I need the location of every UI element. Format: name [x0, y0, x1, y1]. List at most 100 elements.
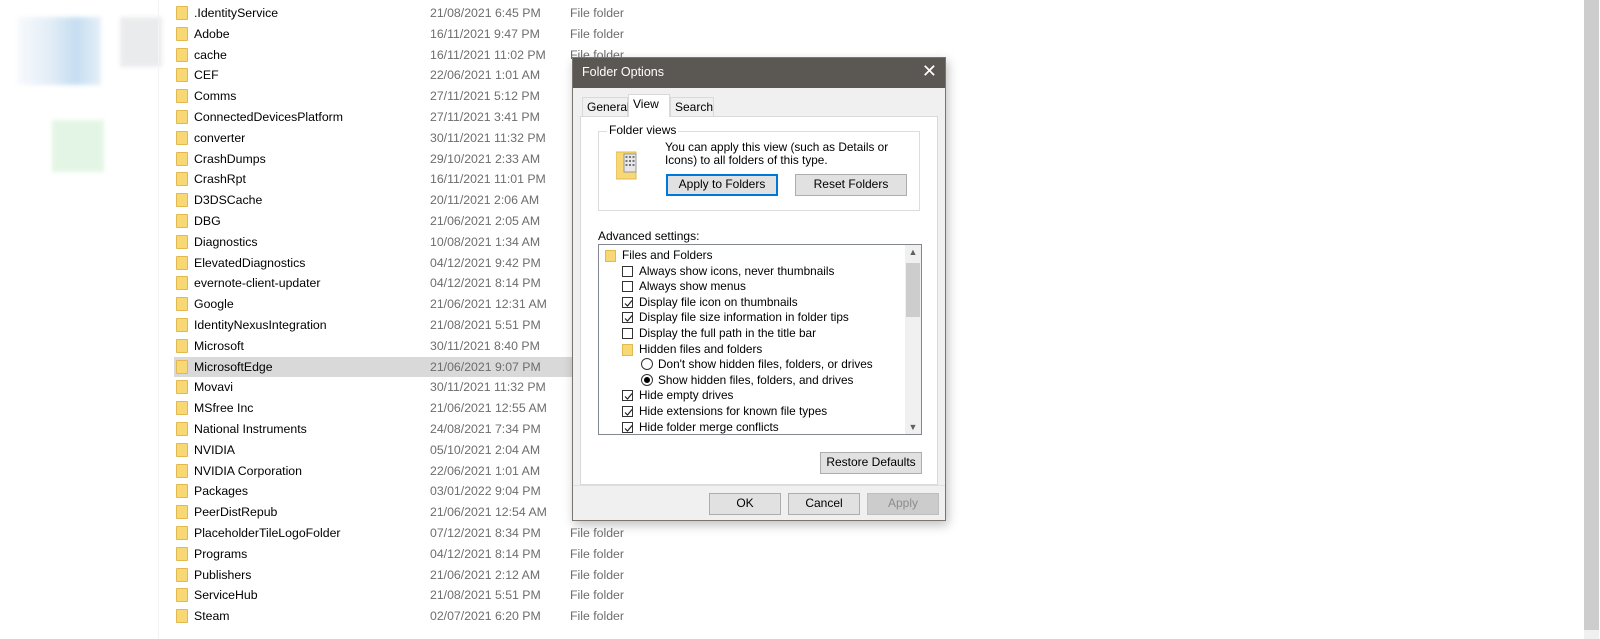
tab-general[interactable]: General: [582, 97, 630, 116]
file-row[interactable]: PlaceholderTileLogoFolder 07/12/2021 8:34…: [174, 523, 624, 544]
checkbox-checked[interactable]: [622, 390, 633, 402]
folder-icon: [176, 359, 188, 374]
file-name: ServiceHub: [194, 588, 258, 603]
file-row[interactable]: IdentityNexusIntegration 21/08/2021 5:51 …: [174, 315, 594, 336]
file-row[interactable]: PeerDistRepub 21/06/2021 12:54 AM: [174, 502, 594, 523]
file-type: File folder: [570, 567, 624, 582]
file-row[interactable]: Movavi 30/11/2021 11:32 PM: [174, 377, 594, 398]
file-row[interactable]: CrashRpt 16/11/2021 11:01 PM: [174, 169, 594, 190]
file-row[interactable]: CEF 22/06/2021 1:01 AM: [174, 65, 594, 86]
checkbox-unchecked[interactable]: [622, 265, 633, 277]
file-name: PeerDistRepub: [194, 505, 278, 520]
file-date: 21/06/2021 12:54 AM: [430, 505, 547, 520]
file-row[interactable]: DBG 21/06/2021 2:05 AM: [174, 211, 594, 232]
checkbox-checked[interactable]: [622, 421, 633, 433]
checkbox-unchecked[interactable]: [622, 328, 633, 339]
file-date: 04/12/2021 8:14 PM: [430, 276, 541, 291]
checkbox-checked[interactable]: [622, 296, 633, 308]
file-row[interactable]: NVIDIA 05/10/2021 2:04 AM: [174, 440, 594, 461]
file-date: 27/11/2021 5:12 PM: [430, 89, 540, 104]
file-row[interactable]: ConnectedDevicesPlatform 27/11/2021 3:41 …: [174, 107, 594, 128]
file-date: 22/06/2021 1:01 AM: [430, 68, 541, 83]
close-icon[interactable]: ✕: [922, 61, 937, 82]
file-row[interactable]: cache 16/11/2021 11:02 PM File folder: [174, 45, 624, 66]
reset-folders-button[interactable]: Reset Folders: [795, 174, 907, 196]
file-name: CrashRpt: [194, 172, 246, 187]
setting-label: Display file icon on thumbnails: [639, 294, 798, 309]
scrollbar-thumb[interactable]: [906, 263, 920, 317]
radio-unselected[interactable]: [641, 358, 653, 371]
file-date: 16/11/2021 11:01 PM: [430, 172, 546, 187]
setting-label: Don't show hidden files, folders, or dri…: [658, 357, 873, 372]
file-row[interactable]: NVIDIA Corporation 22/06/2021 1:01 AM: [174, 461, 594, 482]
file-row[interactable]: Google 21/06/2021 12:31 AM: [174, 294, 594, 315]
folder-icon: [176, 47, 188, 62]
dialog-titlebar[interactable]: Folder Options ✕: [573, 58, 945, 88]
file-name: Movavi: [194, 380, 233, 395]
file-row[interactable]: Publishers 21/06/2021 2:12 AM File folder: [174, 565, 624, 586]
file-row[interactable]: National Instruments 24/08/2021 7:34 PM: [174, 419, 594, 440]
file-type: File folder: [570, 588, 624, 603]
file-row[interactable]: MSfree Inc 21/06/2021 12:55 AM: [174, 398, 594, 419]
folder-icon: [176, 421, 188, 436]
file-name: Comms: [194, 89, 237, 104]
file-name: Diagnostics: [194, 234, 258, 249]
folder-icon: [176, 276, 188, 291]
file-row[interactable]: CrashDumps 29/10/2021 2:33 AM: [174, 149, 594, 170]
file-list: .IdentityService 21/08/2021 6:45 PM File f…: [174, 3, 624, 627]
file-row[interactable]: converter 30/11/2021 11:32 PM: [174, 128, 594, 149]
file-date: 16/11/2021 11:02 PM: [430, 47, 546, 62]
apply-button[interactable]: Apply: [867, 493, 939, 515]
cancel-button[interactable]: Cancel: [788, 493, 860, 515]
main-scrollbar-track[interactable]: [1584, 630, 1599, 639]
file-row[interactable]: Packages 03/01/2022 9:04 PM: [174, 481, 594, 502]
radio-selected[interactable]: [641, 373, 653, 386]
file-row[interactable]: ElevatedDiagnostics 04/12/2021 9:42 PM: [174, 253, 594, 274]
file-name: National Instruments: [194, 421, 307, 436]
file-row[interactable]: evernote-client-updater 04/12/2021 8:14 P…: [174, 273, 594, 294]
file-row[interactable]: Adobe 16/11/2021 9:47 PM File folder: [174, 24, 624, 45]
folder-icon: [176, 297, 188, 312]
file-row[interactable]: .IdentityService 21/08/2021 6:45 PM File f…: [174, 3, 624, 24]
setting-label: Always show menus: [639, 279, 746, 294]
apply-to-folders-button[interactable]: Apply to Folders: [666, 174, 778, 196]
file-name: NVIDIA: [194, 442, 235, 457]
folder-icon: [176, 484, 188, 499]
folder-icon: [176, 525, 188, 540]
checkbox-checked[interactable]: [622, 312, 633, 324]
checkmark-icon: [624, 409, 633, 416]
scroll-up-icon[interactable]: ▲: [905, 247, 921, 257]
file-type: File folder: [570, 546, 624, 561]
file-date: 30/11/2021 11:32 PM: [430, 380, 546, 395]
checkmark-icon: [624, 393, 633, 401]
scroll-down-icon[interactable]: ▼: [905, 422, 921, 432]
folder-icon: [176, 151, 188, 166]
file-row[interactable]: Diagnostics 10/08/2021 1:34 AM: [174, 232, 594, 253]
blurred-nav-icon: [52, 120, 104, 172]
file-row[interactable]: Steam 02/07/2021 6:20 PM File folder: [174, 606, 624, 627]
setting-label: Show hidden files, folders, and drives: [658, 372, 854, 387]
file-row[interactable]: D3DSCache 20/11/2021 2:06 AM: [174, 190, 594, 211]
main-scrollbar-thumb[interactable]: [1584, 0, 1599, 630]
file-row[interactable]: Microsoft 30/11/2021 8:40 PM: [174, 336, 594, 357]
file-row[interactable]: MicrosoftEdge 21/06/2021 9:07 PM: [174, 356, 574, 378]
file-date: 24/08/2021 7:34 PM: [430, 421, 541, 436]
file-date: 02/07/2021 6:20 PM: [430, 609, 541, 624]
checkbox-checked[interactable]: [622, 406, 633, 417]
file-name: Microsoft: [194, 338, 244, 353]
advanced-settings-list[interactable]: ▲ ▼ Files and Folders Always show icons, …: [598, 244, 922, 435]
file-name: Packages: [194, 484, 249, 499]
advanced-settings-scrollbar[interactable]: ▲ ▼: [905, 245, 921, 434]
checkbox-unchecked[interactable]: [622, 281, 633, 293]
file-row[interactable]: Comms 27/11/2021 5:12 PM: [174, 86, 594, 107]
file-row[interactable]: ServiceHub 21/08/2021 5:51 PM File folder: [174, 585, 624, 606]
tab-search[interactable]: Search: [670, 97, 714, 116]
file-row[interactable]: Programs 04/12/2021 8:14 PM File folder: [174, 544, 624, 565]
tab-view[interactable]: View: [628, 94, 670, 117]
advanced-settings-label: Advanced settings:: [598, 229, 700, 243]
restore-defaults-button[interactable]: Restore Defaults: [820, 452, 922, 474]
file-date: 21/06/2021 12:31 AM: [430, 297, 547, 312]
footer-divider: [573, 485, 945, 486]
ok-button[interactable]: OK: [709, 493, 781, 515]
file-date: 21/08/2021 6:45 PM: [430, 6, 541, 20]
